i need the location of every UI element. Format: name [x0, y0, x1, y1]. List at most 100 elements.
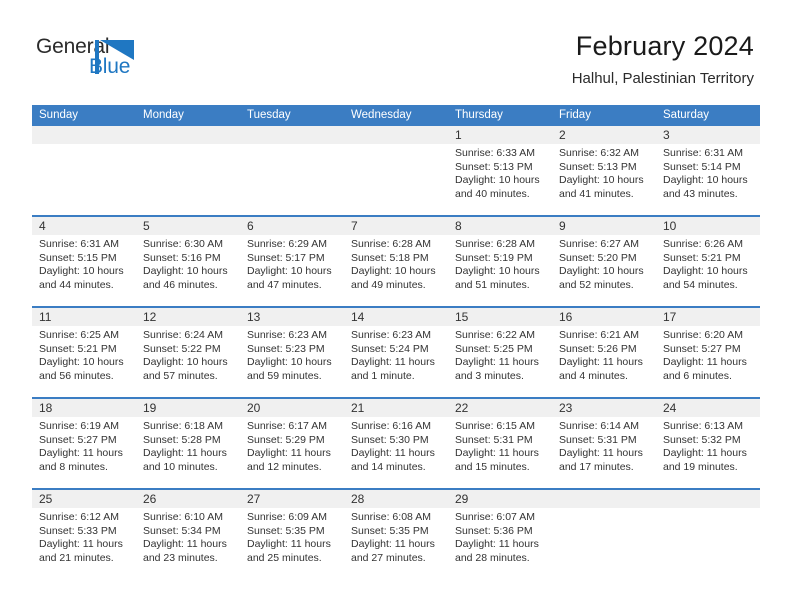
day-number[interactable]: 4: [32, 217, 136, 235]
daylight-text: Daylight: 10 hours and 52 minutes.: [559, 265, 644, 291]
page-header: General Blue February 2024 Halhul, Pales…: [0, 0, 792, 100]
day-number[interactable]: 17: [656, 308, 760, 326]
day-cell[interactable]: Sunrise: 6:30 AM Sunset: 5:16 PM Dayligh…: [136, 235, 240, 306]
weekday-wednesday: Wednesday: [351, 109, 412, 121]
sunrise-text: Sunrise: 6:21 AM: [559, 329, 639, 341]
daylight-text: Daylight: 10 hours and 41 minutes.: [559, 174, 644, 200]
day-number[interactable]: 6: [240, 217, 344, 235]
day-cell[interactable]: Sunrise: 6:15 AM Sunset: 5:31 PM Dayligh…: [448, 417, 552, 488]
day-cell[interactable]: Sunrise: 6:25 AM Sunset: 5:21 PM Dayligh…: [32, 326, 136, 397]
sunrise-text: Sunrise: 6:12 AM: [39, 511, 119, 523]
day-number[interactable]: 27: [240, 490, 344, 508]
sunset-text: Sunset: 5:13 PM: [455, 160, 533, 173]
daylight-text: Daylight: 11 hours and 21 minutes.: [39, 538, 123, 564]
daylight-text: Daylight: 11 hours and 6 minutes.: [663, 356, 747, 382]
day-number[interactable]: 2: [552, 126, 656, 144]
day-cell[interactable]: Sunrise: 6:28 AM Sunset: 5:18 PM Dayligh…: [344, 235, 448, 306]
day-number[interactable]: [656, 490, 760, 508]
day-number[interactable]: 14: [344, 308, 448, 326]
day-cell[interactable]: Sunrise: 6:29 AM Sunset: 5:17 PM Dayligh…: [240, 235, 344, 306]
day-cell[interactable]: Sunrise: 6:16 AM Sunset: 5:30 PM Dayligh…: [344, 417, 448, 488]
day-number[interactable]: 24: [656, 399, 760, 417]
day-number[interactable]: 10: [656, 217, 760, 235]
sunrise-text: Sunrise: 6:26 AM: [663, 238, 743, 250]
day-number[interactable]: 29: [448, 490, 552, 508]
day-number[interactable]: 11: [32, 308, 136, 326]
day-cell[interactable]: Sunrise: 6:13 AM Sunset: 5:32 PM Dayligh…: [656, 417, 760, 488]
day-number[interactable]: [552, 490, 656, 508]
day-cell[interactable]: Sunrise: 6:32 AM Sunset: 5:13 PM Dayligh…: [552, 144, 656, 215]
day-cell[interactable]: Sunrise: 6:20 AM Sunset: 5:27 PM Dayligh…: [656, 326, 760, 397]
day-cell[interactable]: Sunrise: 6:21 AM Sunset: 5:26 PM Dayligh…: [552, 326, 656, 397]
general-blue-logo[interactable]: General Blue: [36, 36, 156, 84]
day-number[interactable]: 5: [136, 217, 240, 235]
sunrise-text: Sunrise: 6:15 AM: [455, 420, 535, 432]
day-cell[interactable]: Sunrise: 6:31 AM Sunset: 5:15 PM Dayligh…: [32, 235, 136, 306]
day-cell[interactable]: Sunrise: 6:12 AM Sunset: 5:33 PM Dayligh…: [32, 508, 136, 574]
sunset-text: Sunset: 5:32 PM: [663, 433, 741, 446]
day-cell[interactable]: [552, 508, 656, 574]
day-number[interactable]: [32, 126, 136, 144]
week-row: 1 2 3 Sunrise: 6:33 AM Sunset: 5:13 PM D…: [32, 126, 760, 215]
sunrise-text: Sunrise: 6:28 AM: [455, 238, 535, 250]
day-number[interactable]: 22: [448, 399, 552, 417]
day-cell[interactable]: Sunrise: 6:19 AM Sunset: 5:27 PM Dayligh…: [32, 417, 136, 488]
day-number[interactable]: 19: [136, 399, 240, 417]
day-number[interactable]: 7: [344, 217, 448, 235]
sunset-text: Sunset: 5:23 PM: [247, 342, 325, 355]
day-number[interactable]: 25: [32, 490, 136, 508]
sunrise-text: Sunrise: 6:32 AM: [559, 147, 639, 159]
day-cell[interactable]: Sunrise: 6:07 AM Sunset: 5:36 PM Dayligh…: [448, 508, 552, 574]
sunrise-text: Sunrise: 6:27 AM: [559, 238, 639, 250]
day-number[interactable]: [344, 126, 448, 144]
day-number[interactable]: 21: [344, 399, 448, 417]
day-number[interactable]: 28: [344, 490, 448, 508]
day-number[interactable]: 20: [240, 399, 344, 417]
daylight-text: Daylight: 10 hours and 43 minutes.: [663, 174, 748, 200]
title-block: February 2024 Halhul, Palestinian Territ…: [572, 30, 754, 88]
day-cell[interactable]: Sunrise: 6:27 AM Sunset: 5:20 PM Dayligh…: [552, 235, 656, 306]
day-cell[interactable]: [240, 144, 344, 215]
day-number[interactable]: 15: [448, 308, 552, 326]
day-number[interactable]: 16: [552, 308, 656, 326]
day-cell[interactable]: Sunrise: 6:14 AM Sunset: 5:31 PM Dayligh…: [552, 417, 656, 488]
day-cell[interactable]: [656, 508, 760, 574]
day-number[interactable]: 18: [32, 399, 136, 417]
day-cell[interactable]: [32, 144, 136, 215]
calendar-page: General Blue February 2024 Halhul, Pales…: [0, 0, 792, 612]
day-cell[interactable]: Sunrise: 6:31 AM Sunset: 5:14 PM Dayligh…: [656, 144, 760, 215]
weekday-header-row: Sunday Monday Tuesday Wednesday Thursday…: [32, 105, 760, 126]
day-cell[interactable]: Sunrise: 6:28 AM Sunset: 5:19 PM Dayligh…: [448, 235, 552, 306]
sunrise-text: Sunrise: 6:23 AM: [247, 329, 327, 341]
day-cell[interactable]: [136, 144, 240, 215]
week-daynumber-band: 1 2 3: [32, 126, 760, 144]
day-number[interactable]: 3: [656, 126, 760, 144]
day-cell[interactable]: Sunrise: 6:08 AM Sunset: 5:35 PM Dayligh…: [344, 508, 448, 574]
day-cell[interactable]: Sunrise: 6:22 AM Sunset: 5:25 PM Dayligh…: [448, 326, 552, 397]
day-cell[interactable]: Sunrise: 6:10 AM Sunset: 5:34 PM Dayligh…: [136, 508, 240, 574]
day-cell[interactable]: Sunrise: 6:24 AM Sunset: 5:22 PM Dayligh…: [136, 326, 240, 397]
week-detail-band: Sunrise: 6:33 AM Sunset: 5:13 PM Dayligh…: [32, 144, 760, 215]
day-number[interactable]: 12: [136, 308, 240, 326]
day-number[interactable]: 23: [552, 399, 656, 417]
day-number[interactable]: 26: [136, 490, 240, 508]
day-cell[interactable]: Sunrise: 6:23 AM Sunset: 5:24 PM Dayligh…: [344, 326, 448, 397]
day-cell[interactable]: Sunrise: 6:23 AM Sunset: 5:23 PM Dayligh…: [240, 326, 344, 397]
day-number[interactable]: 8: [448, 217, 552, 235]
day-number[interactable]: [240, 126, 344, 144]
day-number[interactable]: 13: [240, 308, 344, 326]
sunset-text: Sunset: 5:36 PM: [455, 524, 533, 537]
day-cell[interactable]: Sunrise: 6:33 AM Sunset: 5:13 PM Dayligh…: [448, 144, 552, 215]
day-cell[interactable]: Sunrise: 6:17 AM Sunset: 5:29 PM Dayligh…: [240, 417, 344, 488]
sunrise-text: Sunrise: 6:33 AM: [455, 147, 535, 159]
week-row: 11 12 13 14 15 16 17 Sunrise: 6:25 AM Su…: [32, 306, 760, 397]
day-number[interactable]: [136, 126, 240, 144]
sunrise-text: Sunrise: 6:18 AM: [143, 420, 223, 432]
day-number[interactable]: 9: [552, 217, 656, 235]
day-cell[interactable]: Sunrise: 6:18 AM Sunset: 5:28 PM Dayligh…: [136, 417, 240, 488]
day-cell[interactable]: [344, 144, 448, 215]
day-cell[interactable]: Sunrise: 6:26 AM Sunset: 5:21 PM Dayligh…: [656, 235, 760, 306]
weekday-tuesday: Tuesday: [247, 109, 291, 121]
day-cell[interactable]: Sunrise: 6:09 AM Sunset: 5:35 PM Dayligh…: [240, 508, 344, 574]
day-number[interactable]: 1: [448, 126, 552, 144]
